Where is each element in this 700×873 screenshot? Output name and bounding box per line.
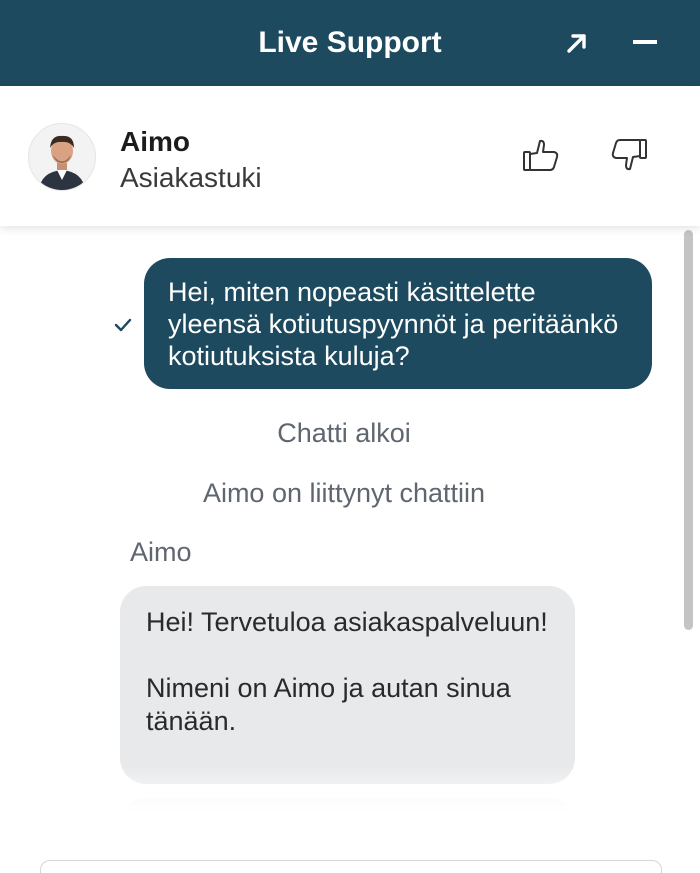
agent-message-paragraph: Nimeni on Aimo ja autan sinua tänään. (146, 673, 511, 736)
agent-message-bubble: Hei! Tervetuloa asiakaspalveluun! Nimeni… (120, 586, 575, 784)
chat-transcript[interactable]: Hei, miten nopeasti käsittelette yleensä… (0, 226, 700, 812)
expand-button[interactable] (556, 22, 598, 64)
agent-name: Aimo (120, 126, 190, 157)
thumbs-up-button[interactable] (518, 132, 564, 178)
agent-sender-name: Aimo (130, 537, 192, 567)
thumbs-down-button[interactable] (606, 132, 652, 178)
scrollbar-thumb[interactable] (684, 230, 693, 630)
agent-header: Aimo Asiakastuki (0, 86, 700, 226)
agent-message-paragraph: Hei! Tervetuloa asiakaspalveluun! (146, 607, 548, 637)
scroll-fade (0, 766, 680, 812)
check-icon (114, 318, 132, 332)
system-message-chat-started: Chatti alkoi (277, 418, 411, 448)
thumbs-down-icon (611, 139, 647, 171)
minus-icon (633, 40, 657, 44)
agent-role: Asiakastuki (120, 162, 262, 193)
user-message-bubble: Hei, miten nopeasti käsittelette yleensä… (144, 258, 652, 389)
arrow-up-right-icon (567, 34, 586, 53)
agent-avatar-icon (29, 124, 95, 190)
minimize-button[interactable] (624, 22, 666, 64)
window-header: Live Support (0, 0, 700, 86)
thumbs-up-icon (523, 139, 559, 171)
agent-avatar (28, 123, 96, 191)
system-message-agent-joined: Aimo on liittynyt chattiin (202, 478, 486, 508)
